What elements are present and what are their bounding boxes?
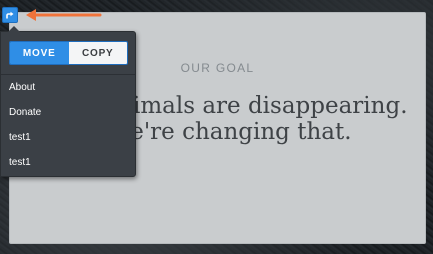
move-copy-menu: MOVE COPY About Donate test1 test1 — [0, 26, 136, 177]
copy-button[interactable]: COPY — [68, 42, 127, 64]
orange-pointer-arrow-icon — [26, 8, 102, 27]
page-item-donate[interactable]: Donate — [1, 100, 135, 125]
move-copy-toggle: MOVE COPY — [9, 41, 128, 65]
page-background: OUR GOAL Our animals are disappearing. W… — [0, 0, 433, 254]
page-item-about[interactable]: About — [1, 75, 135, 100]
move-arrow-icon — [5, 10, 15, 20]
menu-caret — [8, 26, 20, 32]
page-list: About Donate test1 test1 — [1, 75, 135, 175]
page-item-test1[interactable]: test1 — [1, 125, 135, 150]
move-button[interactable]: MOVE — [10, 42, 69, 64]
move-menu-toggle[interactable] — [2, 7, 18, 23]
page-item-test1-second[interactable]: test1 — [1, 150, 135, 175]
